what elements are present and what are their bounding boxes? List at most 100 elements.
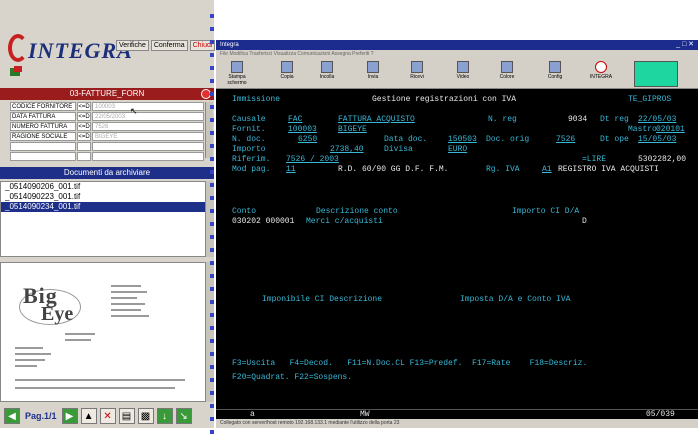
field-value[interactable]: 22/05/2003 [92,112,204,121]
receive-icon [411,61,423,73]
separator-dot [210,313,214,317]
preview-text-line [15,379,185,381]
field-value[interactable] [92,152,204,161]
document-item[interactable]: _0514090206_001.tif [1,182,205,192]
conferma-button[interactable]: Conferma [150,40,188,51]
copy-button[interactable]: Copia [270,61,304,87]
separator-dot [210,66,214,70]
separator-dot [210,105,214,109]
toolbar-label: INTEGRA [589,74,613,80]
preview-text-line [15,347,43,349]
field-value[interactable] [92,142,204,151]
field-value[interactable]: 7526 [92,122,204,131]
divisa-field[interactable]: EURO [448,145,467,155]
nreg-label: N. reg [488,115,517,124]
separator-dot [210,53,214,57]
color-button[interactable]: Colore [490,61,524,87]
field-operator[interactable]: <=D [77,112,91,121]
receive-button[interactable]: Ricevi [400,61,434,87]
paste-button[interactable]: Incolla [310,61,344,87]
dtope-label: Dt ope [600,135,629,144]
field-operator[interactable] [77,142,91,151]
mouse-cursor-icon: ↖ [130,106,138,116]
field-row [10,152,204,161]
modpag-desc: R.D. 60/90 GG D.F. F.M. [338,165,449,174]
download-icon[interactable]: ↓ [156,408,173,424]
preview-text-line [15,387,175,389]
function-keys-line2[interactable]: F20=Quadrat. F22=Sospens. [232,373,352,383]
separator-dot [210,430,214,434]
field-label: NUMERO FATTURA [10,122,76,131]
field-row [10,142,204,151]
field-label [10,152,76,161]
function-keys-line1[interactable]: F3=Uscita F4=Decod. F11=N.Doc.CL F13=Pre… [232,359,587,369]
menu-bar[interactable]: File Modifica Trasferisci Visualizza Com… [216,50,698,59]
integra-button[interactable]: INTEGRA [584,61,618,87]
toolbar-label: Incolla [319,74,335,80]
preview-text-line [65,333,95,335]
fornit-code-field[interactable]: 100003 [288,125,317,135]
field-operator[interactable]: <=D [77,132,91,141]
field-value[interactable]: 100003 [92,102,204,111]
fornit-name-field[interactable]: BIGEYE [338,125,367,135]
rgiva-field[interactable]: A1 [542,165,552,175]
document-item-selected[interactable]: _0514090234_001.tif [1,202,205,212]
previous-page-icon[interactable]: ◀ [4,408,20,424]
modpag-label: Mod pag. [232,165,271,174]
imponibile-header: Imponibile CI Descrizione [262,295,383,304]
docorig-field[interactable]: 7526 [556,135,575,145]
field-label [10,142,76,151]
printer-icon [231,61,243,73]
close-icon[interactable]: _ □ ✕ [676,40,694,50]
ndoc-field[interactable]: 6250 [298,135,317,145]
separator-dot [210,131,214,135]
separator-dot [210,261,214,265]
scan-icon[interactable]: ▤ [118,408,135,424]
dtreg-label: Dt reg [600,115,629,124]
field-value[interactable]: BIGEYE [92,132,204,141]
modpag-field[interactable]: 11 [286,165,296,175]
field-label: CODICE FORNITORE [10,102,76,111]
separator-dot [210,352,214,356]
separator-dot [210,287,214,291]
next-page-icon[interactable]: ▶ [61,408,78,424]
video-button[interactable]: Video [446,61,480,87]
causale-code-field[interactable]: FAC [288,115,302,125]
send-button[interactable]: Invia [356,61,390,87]
terminal-screen[interactable]: Immissione Gestione registrazioni con IV… [216,89,698,409]
terminal-window: Integra _ □ ✕ File Modifica Trasferisci … [216,40,698,428]
field-operator[interactable]: <=D [77,102,91,111]
mode-label: Immissione [232,95,281,104]
field-operator[interactable]: <=D [77,122,91,131]
preview-text-line [111,315,149,317]
separator-dot [210,144,214,148]
field-operator[interactable] [77,152,91,161]
export-icon[interactable]: ↘ [175,408,192,424]
tree-icon[interactable]: ▲ [80,408,97,424]
fatture-header: 03-FATTURE_FORN [0,88,214,100]
verifiche-button[interactable]: Verifiche [116,40,149,51]
dtope-field[interactable]: 15/05/03 [638,135,676,145]
field-row: NUMERO FATTURA <=D 7526 [10,122,204,131]
datadoc-field[interactable]: 150503 [448,135,477,145]
integra-logo-icon [595,61,607,73]
mastro-field[interactable]: 020101 [656,125,685,135]
delete-icon[interactable]: ✕ [99,408,116,424]
separator-dot [210,27,214,31]
row-description: Merci c/acquisti [306,217,383,226]
field-row: DATA FATTURA <=D 22/05/2003 [10,112,204,121]
copy-icon [281,61,293,73]
config-button[interactable]: Config [538,61,572,87]
riferim-field[interactable]: 7526 / 2003 [286,155,339,165]
importo-field[interactable]: 2738,40 [330,145,364,155]
document-item[interactable]: _0514090223_001.tif [1,192,205,202]
print-screen-button[interactable]: Stampa schermo [220,61,254,87]
screen-title: Gestione registrazioni con IVA [372,95,517,104]
separator-dot [210,118,214,122]
save-icon[interactable]: ▩ [137,408,154,424]
descconto-column-header: Descrizione conto [316,207,398,216]
causale-desc-field[interactable]: FATTURA ACQUISTO [338,115,415,125]
row-conto[interactable]: 030202 000001 [232,217,294,227]
dtreg-field[interactable]: 22/05/03 [638,115,676,125]
separator-dot [210,417,214,421]
